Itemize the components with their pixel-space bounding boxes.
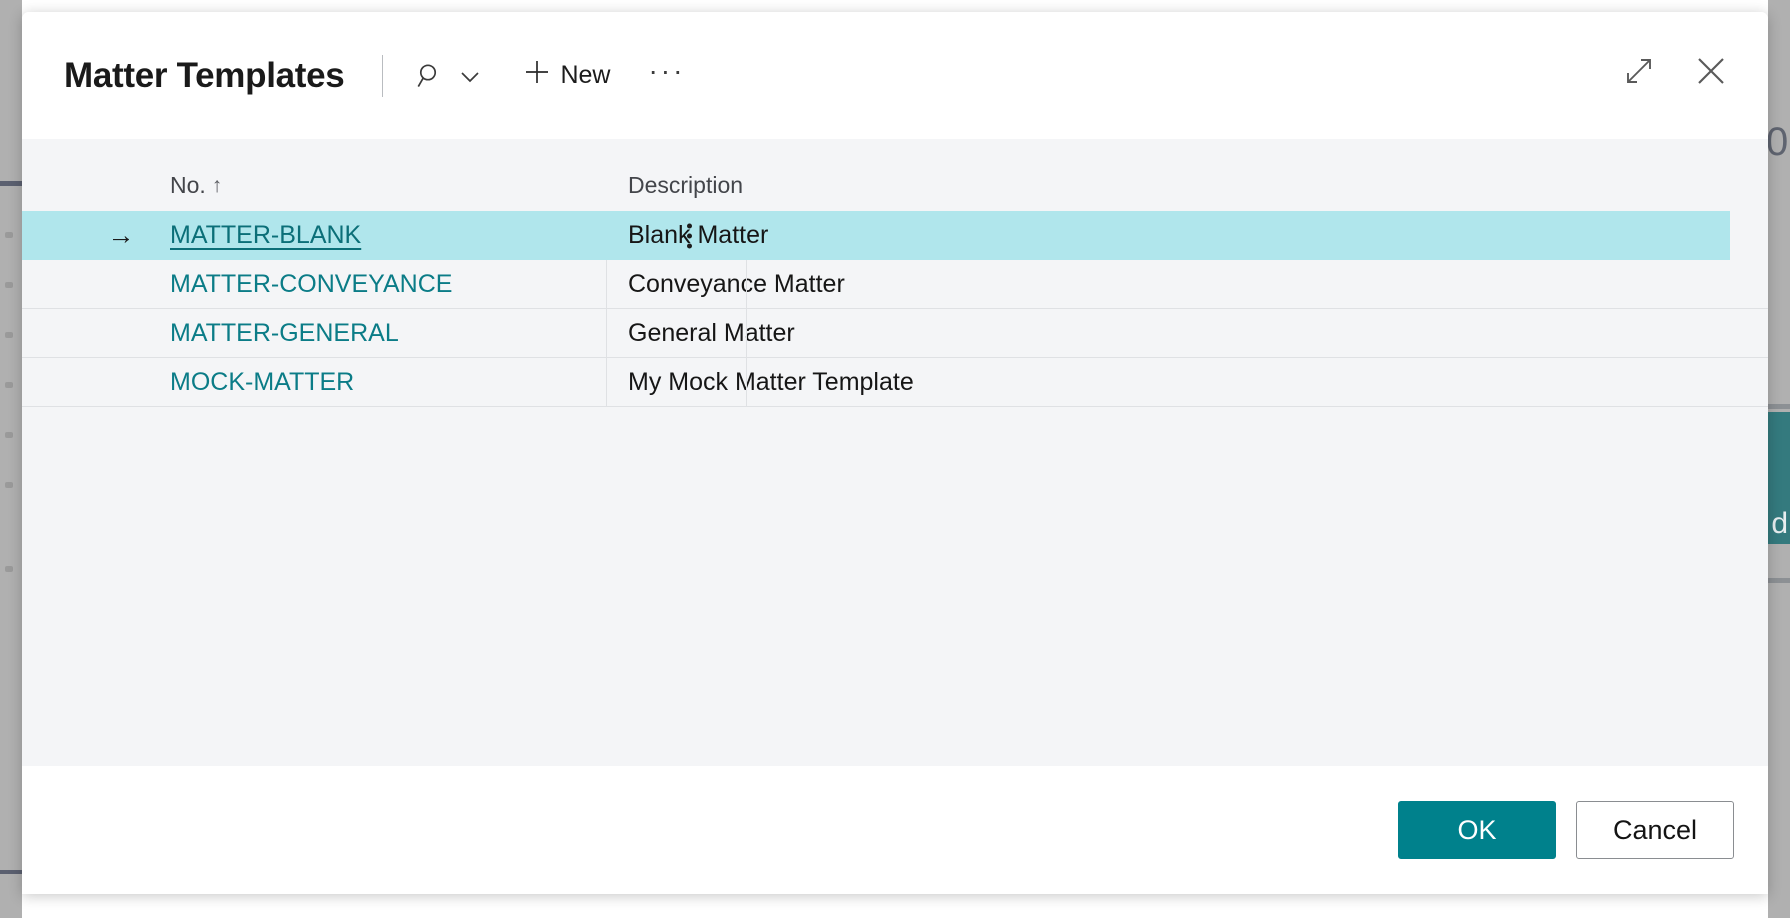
plus-icon — [523, 58, 551, 93]
background-left-rule-top — [0, 181, 22, 186]
grid-rows: → MATTER-BLANK Blank Matter MATTER-CONVE… — [22, 211, 1768, 407]
column-header-description-label: Description — [628, 172, 744, 198]
search-chevron-down-icon[interactable] — [451, 53, 489, 99]
cell-no[interactable]: MATTER-GENERAL — [22, 319, 606, 348]
background-left-dot — [5, 382, 13, 388]
cancel-button[interactable]: Cancel — [1576, 801, 1734, 859]
background-left-dot — [5, 282, 13, 288]
cell-description: General Matter — [628, 318, 795, 347]
cell-description: Conveyance Matter — [628, 269, 845, 298]
column-divider — [606, 260, 607, 407]
background-left-dot — [5, 332, 13, 338]
cell-description: Blank Matter — [628, 221, 769, 249]
dialog-footer: OK Cancel — [22, 766, 1768, 894]
page-title: Matter Templates — [64, 55, 345, 95]
column-header-description[interactable]: Description — [606, 172, 1768, 199]
cell-no[interactable]: MOCK-MATTER — [22, 368, 606, 397]
background-right-glyph: 0 — [1766, 120, 1789, 164]
more-options-button[interactable]: ··· — [638, 53, 695, 99]
expand-diagonal-icon[interactable] — [1616, 48, 1662, 94]
window-controls — [1616, 48, 1734, 94]
ok-button[interactable]: OK — [1398, 801, 1556, 859]
more-vertical-icon[interactable] — [687, 223, 692, 248]
background-right-separator — [1766, 578, 1790, 583]
table-row[interactable]: MATTER-CONVEYANCE Conveyance Matter — [22, 260, 1768, 309]
new-button-label: New — [560, 61, 611, 89]
background-left-dot — [5, 482, 13, 488]
toolbar-divider — [382, 54, 384, 97]
search-button[interactable] — [409, 53, 451, 99]
cell-description: My Mock Matter Template — [628, 367, 914, 396]
dialog-body: No. ↑ Description → MATTER-BLANK Blank Ma… — [22, 139, 1768, 766]
table-row[interactable]: MOCK-MATTER My Mock Matter Template — [22, 358, 1768, 407]
background-right-separator — [1766, 404, 1790, 409]
background-left-panel — [0, 0, 22, 918]
column-divider — [746, 260, 747, 407]
table-row[interactable]: MATTER-GENERAL General Matter — [22, 309, 1768, 358]
new-button[interactable]: New — [509, 52, 622, 99]
dialog-header: Matter Templates New ··· — [22, 12, 1768, 139]
dialog-toolbar: New ··· — [409, 52, 695, 99]
column-header-no[interactable]: No. ↑ — [22, 172, 606, 199]
background-right-button-label: d — [1771, 507, 1788, 540]
cell-no[interactable]: MATTER-CONVEYANCE — [22, 270, 606, 299]
cell-no[interactable]: MATTER-BLANK — [22, 221, 606, 250]
background-left-dot — [5, 432, 13, 438]
sort-ascending-icon: ↑ — [211, 174, 223, 197]
background-left-rule-bottom — [0, 870, 22, 874]
background-right-button: d — [1766, 412, 1790, 544]
close-icon[interactable] — [1688, 48, 1734, 94]
grid-header-row: No. ↑ Description — [22, 139, 1768, 211]
background-left-dot — [5, 232, 13, 238]
matter-templates-dialog: Matter Templates New ··· No. ↑ Descripti… — [22, 12, 1768, 894]
background-left-dot — [5, 566, 13, 572]
column-header-no-label: No. — [170, 172, 206, 198]
table-row[interactable]: → MATTER-BLANK Blank Matter — [22, 211, 1730, 260]
